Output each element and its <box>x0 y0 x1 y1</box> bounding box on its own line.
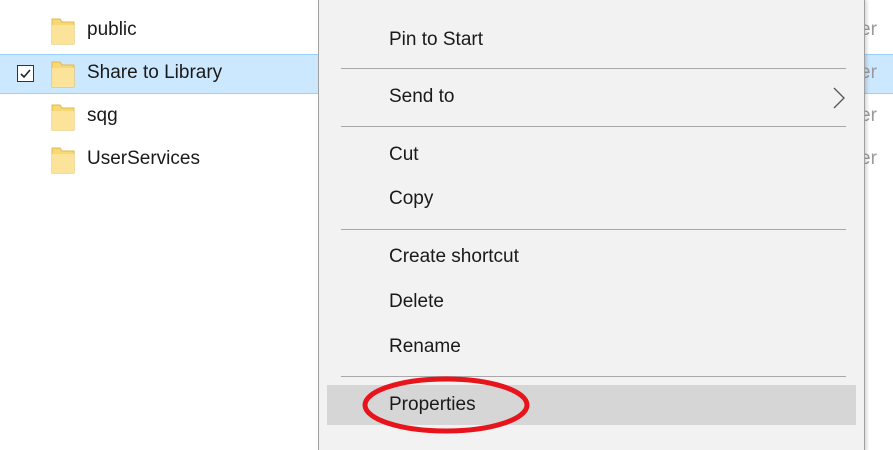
menu-separator <box>341 376 846 377</box>
checkbox-checked-icon[interactable] <box>17 65 34 82</box>
folder-icon <box>51 104 75 131</box>
menu-separator <box>341 68 846 69</box>
menu-item-copy[interactable]: Copy <box>327 179 856 219</box>
menu-item-label: Copy <box>389 188 434 209</box>
menu-item-label: Rename <box>389 336 461 357</box>
folder-icon <box>51 61 75 88</box>
menu-item-create-shortcut[interactable]: Create shortcut <box>327 237 856 277</box>
menu-item-label: Cut <box>389 144 419 165</box>
menu-item-label: Create shortcut <box>389 246 519 267</box>
folder-icon <box>51 147 75 174</box>
menu-item-label: Delete <box>389 291 444 312</box>
menu-item-label: Send to <box>389 86 455 107</box>
menu-item-cut[interactable]: Cut <box>327 135 856 175</box>
file-name: UserServices <box>87 148 200 169</box>
file-name: public <box>87 19 137 40</box>
menu-separator <box>341 126 846 127</box>
chevron-right-icon <box>833 87 845 109</box>
menu-item-label: Properties <box>389 394 476 415</box>
menu-item-delete[interactable]: Delete <box>327 282 856 322</box>
context-menu: Pin to Start Send to Cut Copy Create sho… <box>318 0 865 450</box>
file-name: Share to Library <box>87 62 223 83</box>
menu-separator <box>341 229 846 230</box>
menu-item-pin-to-start[interactable]: Pin to Start <box>327 20 856 60</box>
menu-item-properties[interactable]: Properties <box>327 385 856 425</box>
folder-icon <box>51 18 75 45</box>
file-name: sqg <box>87 105 118 126</box>
menu-item-send-to[interactable]: Send to <box>327 77 856 117</box>
menu-item-label: Pin to Start <box>389 29 483 50</box>
menu-item-rename[interactable]: Rename <box>327 327 856 367</box>
